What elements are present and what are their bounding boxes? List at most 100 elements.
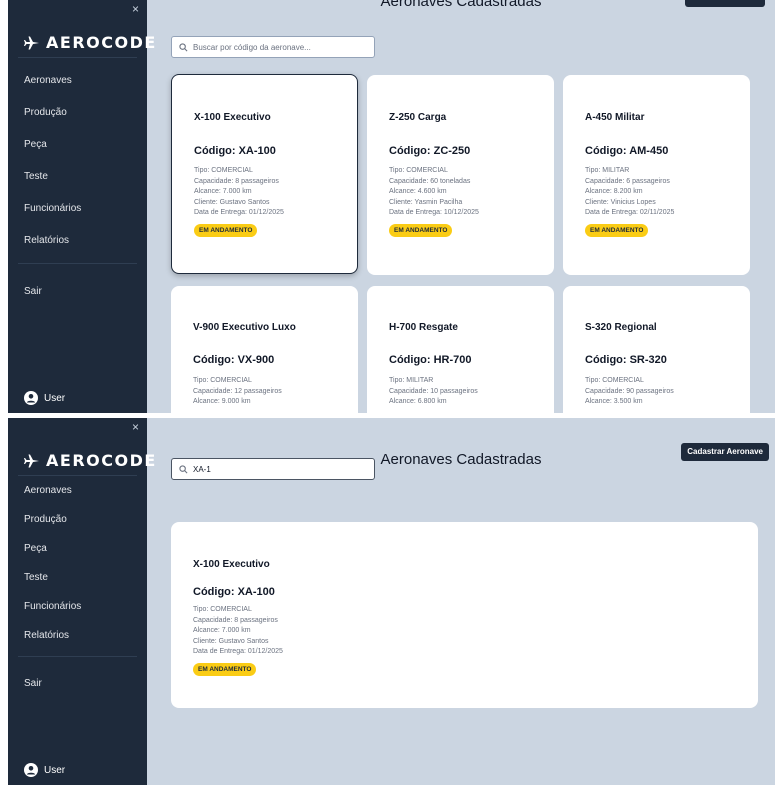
aircraft-code: Código: SR-320 xyxy=(585,354,667,366)
sidebar: × AEROCODE Aeronaves Produção Peça Teste… xyxy=(8,0,155,413)
aircraft-code: Código: HR-700 xyxy=(389,354,472,366)
aircraft-card[interactable]: S-320 Regional Código: SR-320 Tipo: COME… xyxy=(563,286,750,413)
aircraft-type: Tipo: COMERCIAL xyxy=(389,167,448,174)
cadastrar-aeronave-button[interactable]: Cadastrar Aeronave xyxy=(681,443,769,461)
sidebar-item-funcionarios[interactable]: Funcionários xyxy=(8,592,147,621)
aircraft-name: Z-250 Carga xyxy=(389,112,447,123)
user-menu[interactable]: User xyxy=(24,763,65,777)
aircraft-name: X-100 Executivo xyxy=(193,559,270,570)
aircraft-capacity: Capacidade: 10 passageiros xyxy=(389,387,478,395)
aircraft-details: Tipo: COMERCIAL Capacidade: 8 passageiro… xyxy=(194,166,284,237)
aircraft-type: Tipo: MILITAR xyxy=(585,167,630,174)
aircraft-range: Alcance: 6.800 km xyxy=(389,398,447,405)
screen-aircraft-search: × AEROCODE Aeronaves Produção Peça Teste… xyxy=(8,418,775,785)
aircraft-details: Tipo: COMERCIAL Capacidade: 90 passageir… xyxy=(585,376,674,408)
aircraft-delivery-date: Data de Entrega: 01/12/2025 xyxy=(193,648,283,655)
aircraft-code: Código: XA-100 xyxy=(193,586,275,598)
status-badge: EM ANDAMENTO xyxy=(193,662,257,676)
aircraft-name: X-100 Executivo xyxy=(194,112,271,123)
aircraft-code: Código: XA-100 xyxy=(194,145,276,157)
aircraft-type: Tipo: COMERCIAL xyxy=(193,606,252,613)
sidebar-nav: Aeronaves Produção Peça Teste Funcionári… xyxy=(8,65,147,308)
logo[interactable]: AEROCODE xyxy=(24,33,157,52)
search-icon xyxy=(179,464,188,473)
main-content: Aeronaves Cadastradas Cadastrar Aeronave… xyxy=(147,418,775,785)
sidebar-item-producao[interactable]: Produção xyxy=(8,505,147,534)
aircraft-name: H-700 Resgate xyxy=(389,322,458,333)
divider xyxy=(18,263,137,264)
aircraft-details: Tipo: MILITAR Capacidade: 10 passageiros… xyxy=(389,376,478,408)
sidebar-nav: Aeronaves Produção Peça Teste Funcionári… xyxy=(8,476,147,698)
aircraft-range: Alcance: 8.200 km xyxy=(585,188,643,195)
status-badge: EM ANDAMENTO xyxy=(389,223,453,237)
aircraft-type: Tipo: COMERCIAL xyxy=(585,377,644,384)
aircraft-range: Alcance: 4.600 km xyxy=(389,188,447,195)
sidebar-item-aeronaves[interactable]: Aeronaves xyxy=(8,65,147,97)
user-icon xyxy=(24,391,38,405)
screen-aircraft-list: × AEROCODE Aeronaves Produção Peça Teste… xyxy=(8,0,775,413)
aircraft-details: Tipo: MILITAR Capacidade: 6 passageiros … xyxy=(585,166,674,237)
logo-text: AEROCODE xyxy=(46,33,157,52)
aircraft-capacity: Capacidade: 6 passageiros xyxy=(585,177,670,185)
sidebar-item-peca[interactable]: Peça xyxy=(8,534,147,563)
aircraft-card[interactable]: Z-250 Carga Código: ZC-250 Tipo: COMERCI… xyxy=(367,75,554,275)
aircraft-type: Tipo: COMERCIAL xyxy=(193,377,252,384)
close-sidebar-icon[interactable]: × xyxy=(132,421,139,433)
sidebar-item-aeronaves[interactable]: Aeronaves xyxy=(8,476,147,505)
sidebar: × AEROCODE Aeronaves Produção Peça Teste… xyxy=(8,418,155,785)
aircraft-card[interactable]: X-100 Executivo Código: XA-100 Tipo: COM… xyxy=(171,522,758,708)
divider xyxy=(18,57,137,58)
aircraft-code: Código: AM-450 xyxy=(585,145,669,157)
aircraft-range: Alcance: 7.000 km xyxy=(193,627,251,634)
sidebar-item-sair[interactable]: Sair xyxy=(8,276,147,308)
user-icon xyxy=(24,763,38,777)
search-icon xyxy=(179,42,188,51)
logo-text: AEROCODE xyxy=(46,451,157,470)
close-sidebar-icon[interactable]: × xyxy=(132,3,139,15)
aircraft-card[interactable]: H-700 Resgate Código: HR-700 Tipo: MILIT… xyxy=(367,286,554,413)
user-menu[interactable]: User xyxy=(24,391,65,405)
airplane-icon xyxy=(24,36,39,49)
aircraft-code: Código: ZC-250 xyxy=(389,145,471,157)
cadastrar-aeronave-button[interactable] xyxy=(685,0,765,7)
aircraft-client: Cliente: Yasmin Pacilha xyxy=(389,198,463,206)
aircraft-capacity: Capacidade: 8 passageiros xyxy=(193,616,278,624)
sidebar-item-peca[interactable]: Peça xyxy=(8,129,147,161)
aircraft-capacity: Capacidade: 60 toneladas xyxy=(389,177,471,185)
aircraft-details: Tipo: COMERCIAL Capacidade: 12 passageir… xyxy=(193,376,282,408)
sidebar-item-funcionarios[interactable]: Funcionários xyxy=(8,193,147,225)
aircraft-client: Cliente: Gustavo Santos xyxy=(194,198,270,206)
sidebar-item-teste[interactable]: Teste xyxy=(8,563,147,592)
aircraft-card[interactable]: A-450 Militar Código: AM-450 Tipo: MILIT… xyxy=(563,75,750,275)
aircraft-range: Alcance: 7.000 km xyxy=(194,188,252,195)
aircraft-card[interactable]: V-900 Executivo Luxo Código: VX-900 Tipo… xyxy=(171,286,358,413)
status-badge: EM ANDAMENTO xyxy=(194,223,258,237)
aircraft-capacity: Capacidade: 8 passageiros xyxy=(194,177,279,185)
main-content: Aeronaves Cadastradas X-100 Executivo Có… xyxy=(147,0,775,413)
search-box[interactable] xyxy=(171,36,375,58)
aircraft-delivery-date: Data de Entrega: 01/12/2025 xyxy=(194,209,284,216)
status-badge: EM ANDAMENTO xyxy=(585,223,649,237)
search-input[interactable] xyxy=(193,42,363,52)
sidebar-item-sair[interactable]: Sair xyxy=(8,669,147,698)
sidebar-item-producao[interactable]: Produção xyxy=(8,97,147,129)
sidebar-item-relatorios[interactable]: Relatórios xyxy=(8,225,147,257)
aircraft-type: Tipo: MILITAR xyxy=(389,377,434,384)
aircraft-code: Código: VX-900 xyxy=(193,354,275,366)
aircraft-range: Alcance: 9.000 km xyxy=(193,398,251,405)
logo[interactable]: AEROCODE xyxy=(24,451,157,470)
aircraft-card[interactable]: X-100 Executivo Código: XA-100 Tipo: COM… xyxy=(171,74,358,274)
sidebar-item-relatorios[interactable]: Relatórios xyxy=(8,621,147,650)
page-title: Aeronaves Cadastradas xyxy=(380,0,542,10)
aircraft-type: Tipo: COMERCIAL xyxy=(194,167,253,174)
aircraft-range: Alcance: 3.500 km xyxy=(585,398,643,405)
search-input[interactable] xyxy=(193,464,363,474)
divider xyxy=(18,656,137,657)
aircraft-name: V-900 Executivo Luxo xyxy=(193,322,296,333)
sidebar-item-teste[interactable]: Teste xyxy=(8,161,147,193)
aircraft-capacity: Capacidade: 90 passageiros xyxy=(585,387,674,395)
aircraft-name: A-450 Militar xyxy=(585,112,645,123)
airplane-icon xyxy=(24,454,39,467)
aircraft-delivery-date: Data de Entrega: 10/12/2025 xyxy=(389,209,479,216)
search-box[interactable] xyxy=(171,458,375,480)
